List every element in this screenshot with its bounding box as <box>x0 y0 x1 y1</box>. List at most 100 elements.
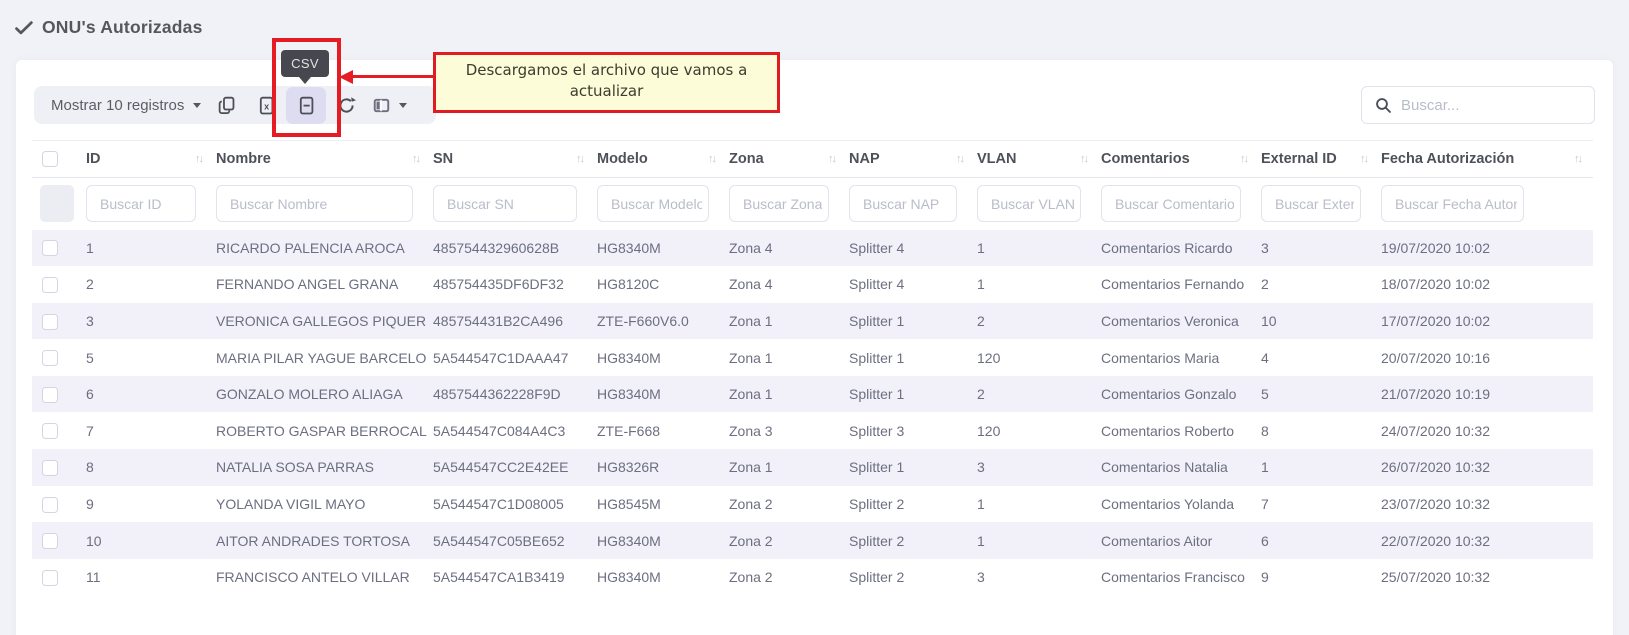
cell-zona: Zona 2 <box>727 522 847 559</box>
select-all-header[interactable] <box>32 141 84 178</box>
column-header-vlan[interactable]: VLAN↑↓ <box>975 141 1099 178</box>
row-checkbox[interactable] <box>42 240 58 256</box>
row-checkbox[interactable] <box>42 387 58 403</box>
cell-modelo: HG8340M <box>595 339 727 376</box>
sort-icon[interactable]: ↑↓ <box>576 153 583 165</box>
cell-external_id: 6 <box>1259 522 1379 559</box>
cell-id: 3 <box>84 303 214 340</box>
row-checkbox[interactable] <box>42 533 58 549</box>
cell-id: 5 <box>84 339 214 376</box>
cell-nombre: VERONICA GALLEGOS PIQUER <box>214 303 431 340</box>
column-header-nap[interactable]: NAP↑↓ <box>847 141 975 178</box>
cell-vlan: 1 <box>975 266 1099 303</box>
sort-icon[interactable]: ↑↓ <box>412 153 419 165</box>
column-header-comentarios[interactable]: Comentarios↑↓ <box>1099 141 1259 178</box>
filter-comentarios-input[interactable] <box>1101 185 1241 222</box>
cell-nap: Splitter 2 <box>847 522 975 559</box>
cell-comentarios: Comentarios Roberto <box>1099 412 1259 449</box>
cell-zona: Zona 2 <box>727 486 847 523</box>
cell-modelo: HG8120C <box>595 266 727 303</box>
row-checkbox[interactable] <box>42 314 58 330</box>
cell-sn: 5A544547C1DAAA47 <box>431 339 595 376</box>
column-visibility-dropdown[interactable] <box>372 96 407 115</box>
csv-export-button[interactable] <box>286 87 326 124</box>
records-per-page-dropdown[interactable]: Mostrar 10 registros <box>51 97 206 114</box>
row-checkbox[interactable] <box>42 350 58 366</box>
refresh-button[interactable] <box>326 87 366 124</box>
row-checkbox[interactable] <box>42 277 58 293</box>
row-checkbox[interactable] <box>42 460 58 476</box>
cell-nap: Splitter 1 <box>847 449 975 486</box>
row-checkbox[interactable] <box>42 497 58 513</box>
sort-icon[interactable]: ↑↓ <box>195 153 202 165</box>
cell-external_id: 9 <box>1259 559 1379 596</box>
cell-comentarios: Comentarios Fernando <box>1099 266 1259 303</box>
filter-nombre-input[interactable] <box>216 185 413 222</box>
column-header-nombre[interactable]: Nombre ↑↓ <box>214 141 431 178</box>
refresh-icon <box>337 96 356 115</box>
table-row: 2FERNANDO ANGEL GRANA485754435DF6DF32HG8… <box>32 266 1593 303</box>
search-container <box>1361 86 1595 124</box>
table-row: 3VERONICA GALLEGOS PIQUER485754431B2CA49… <box>32 303 1593 340</box>
annotation-arrow-head <box>339 70 353 84</box>
cell-nombre: AITOR ANDRADES TORTOSA <box>214 522 431 559</box>
cell-external_id: 2 <box>1259 266 1379 303</box>
cell-nap: Splitter 4 <box>847 230 975 267</box>
filter-vlan-input[interactable] <box>977 185 1081 222</box>
row-checkbox[interactable] <box>42 570 58 586</box>
cell-sn: 5A544547C05BE652 <box>431 522 595 559</box>
cell-modelo: HG8340M <box>595 376 727 413</box>
cell-external_id: 10 <box>1259 303 1379 340</box>
excel-export-button[interactable]: x <box>246 87 286 124</box>
sort-icon[interactable]: ↑↓ <box>956 153 963 165</box>
column-header-id[interactable]: ID↑↓ <box>84 141 214 178</box>
cell-external_id: 8 <box>1259 412 1379 449</box>
cell-external_id: 7 <box>1259 486 1379 523</box>
page-title: ONU's Autorizadas <box>42 17 203 38</box>
content-card: Mostrar 10 registros x <box>16 60 1613 635</box>
cell-nombre: ROBERTO GASPAR BERROCAL <box>214 412 431 449</box>
column-header-external_id[interactable]: External ID↑↓ <box>1259 141 1379 178</box>
filter-zona-input[interactable] <box>729 185 829 222</box>
sort-icon[interactable]: ↑↓ <box>708 153 715 165</box>
cell-modelo: HG8340M <box>595 522 727 559</box>
sort-icon[interactable]: ↑↓ <box>1574 153 1581 165</box>
cell-vlan: 2 <box>975 303 1099 340</box>
row-checkbox[interactable] <box>42 423 58 439</box>
cell-nombre: FERNANDO ANGEL GRANA <box>214 266 431 303</box>
table-row: 10AITOR ANDRADES TORTOSA5A544547C05BE652… <box>32 522 1593 559</box>
sort-icon[interactable]: ↑↓ <box>1240 153 1247 165</box>
column-header-modelo[interactable]: Modelo↑↓ <box>595 141 727 178</box>
table-row: 1RICARDO PALENCIA AROCA485754432960628BH… <box>32 230 1593 267</box>
cell-vlan: 1 <box>975 230 1099 267</box>
column-header-fecha_autorizacion[interactable]: Fecha Autorización↑↓ <box>1379 141 1593 178</box>
filter-external_id-input[interactable] <box>1261 185 1361 222</box>
cell-nombre: GONZALO MOLERO ALIAGA <box>214 376 431 413</box>
sort-icon[interactable]: ↑↓ <box>828 153 835 165</box>
copy-icon <box>217 96 236 115</box>
search-input[interactable] <box>1401 97 1571 114</box>
cell-vlan: 3 <box>975 449 1099 486</box>
filter-fecha_autorizacion-input[interactable] <box>1381 185 1524 222</box>
cell-nap: Splitter 2 <box>847 559 975 596</box>
sort-icon[interactable]: ↑↓ <box>1080 153 1087 165</box>
page-header: ONU's Autorizadas <box>14 17 203 38</box>
filter-cell <box>431 178 595 230</box>
cell-fecha_autorizacion: 24/07/2020 10:32 <box>1379 412 1593 449</box>
filter-sn-input[interactable] <box>433 185 577 222</box>
cell-external_id: 3 <box>1259 230 1379 267</box>
row-select-cell <box>32 230 84 267</box>
column-label: Nombre <box>216 151 271 167</box>
cell-sn: 4857544362228F9D <box>431 376 595 413</box>
cell-id: 8 <box>84 449 214 486</box>
sort-icon[interactable]: ↑↓ <box>1360 153 1367 165</box>
select-all-checkbox[interactable] <box>42 151 58 167</box>
column-header-zona[interactable]: Zona↑↓ <box>727 141 847 178</box>
row-select-cell <box>32 559 84 596</box>
filter-id-input[interactable] <box>86 185 196 222</box>
filter-modelo-input[interactable] <box>597 185 709 222</box>
cell-nap: Splitter 1 <box>847 376 975 413</box>
copy-button[interactable] <box>206 87 246 124</box>
column-header-sn[interactable]: SN↑↓ <box>431 141 595 178</box>
filter-nap-input[interactable] <box>849 185 957 222</box>
